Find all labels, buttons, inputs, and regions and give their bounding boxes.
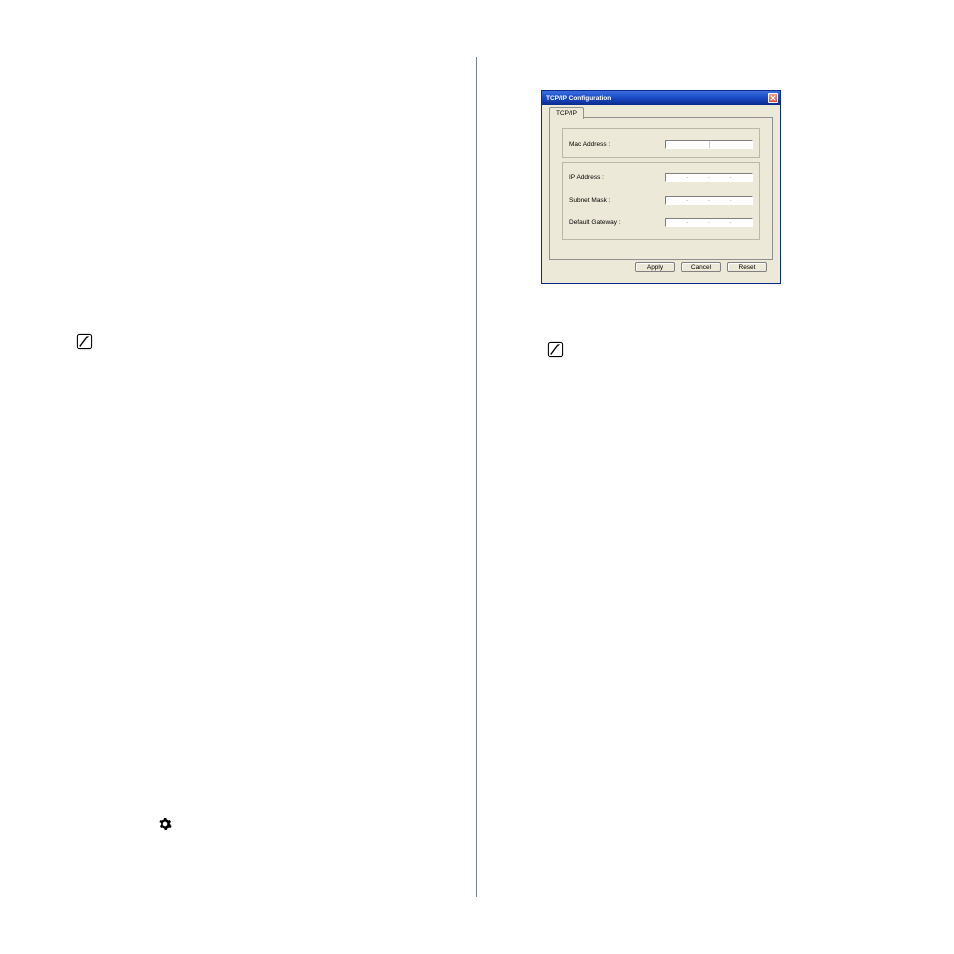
gateway-row: Default Gateway : . . . [563,216,759,228]
octet-dot: . [686,174,688,180]
ip-row: IP Address : . . . [563,171,759,183]
ip-group: IP Address : . . . Subnet Mask : . . . [562,162,760,240]
tcpip-dialog: TCP/IP Configuration TCP/IP Mac Address … [541,90,781,284]
gateway-field[interactable]: . . . [665,218,753,227]
octet-dot: . [686,219,688,225]
tab-tcpip[interactable]: TCP/IP [549,107,584,119]
subnet-row: Subnet Mask : . . . [563,194,759,206]
ip-label: IP Address : [569,174,604,181]
dialog-buttons: Apply Cancel Reset [545,262,777,276]
column-divider [476,57,477,897]
octet-dot: . [708,197,710,203]
titlebar[interactable]: TCP/IP Configuration [542,91,780,105]
apply-button[interactable]: Apply [635,262,675,272]
octet-dot: . [730,174,732,180]
mac-field[interactable] [665,140,753,149]
window-title: TCP/IP Configuration [546,95,768,102]
reset-button[interactable]: Reset [727,262,767,272]
note-icon [76,333,93,350]
mac-row: Mac Address : [563,138,759,150]
gateway-label: Default Gateway : [569,219,621,226]
octet-dot: . [730,219,732,225]
mac-group: Mac Address : [562,128,760,158]
octet-dot: . [730,197,732,203]
tabstrip: TCP/IP [549,107,584,119]
close-icon [770,95,776,101]
close-button[interactable] [768,93,778,103]
tab-panel: Mac Address : IP Address : . . . Sub [549,117,773,260]
gear-icon [158,817,172,831]
octet-dot: . [686,197,688,203]
mac-label: Mac Address : [569,141,610,148]
note-icon [547,341,564,358]
octet-dot: . [708,174,710,180]
dialog-client: TCP/IP Mac Address : IP Address : . . [545,105,777,280]
octet-dot: . [708,219,710,225]
subnet-field[interactable]: . . . [665,196,753,205]
mac-separator [709,141,710,148]
cancel-button[interactable]: Cancel [681,262,721,272]
ip-field[interactable]: . . . [665,173,753,182]
subnet-label: Subnet Mask : [569,197,611,204]
